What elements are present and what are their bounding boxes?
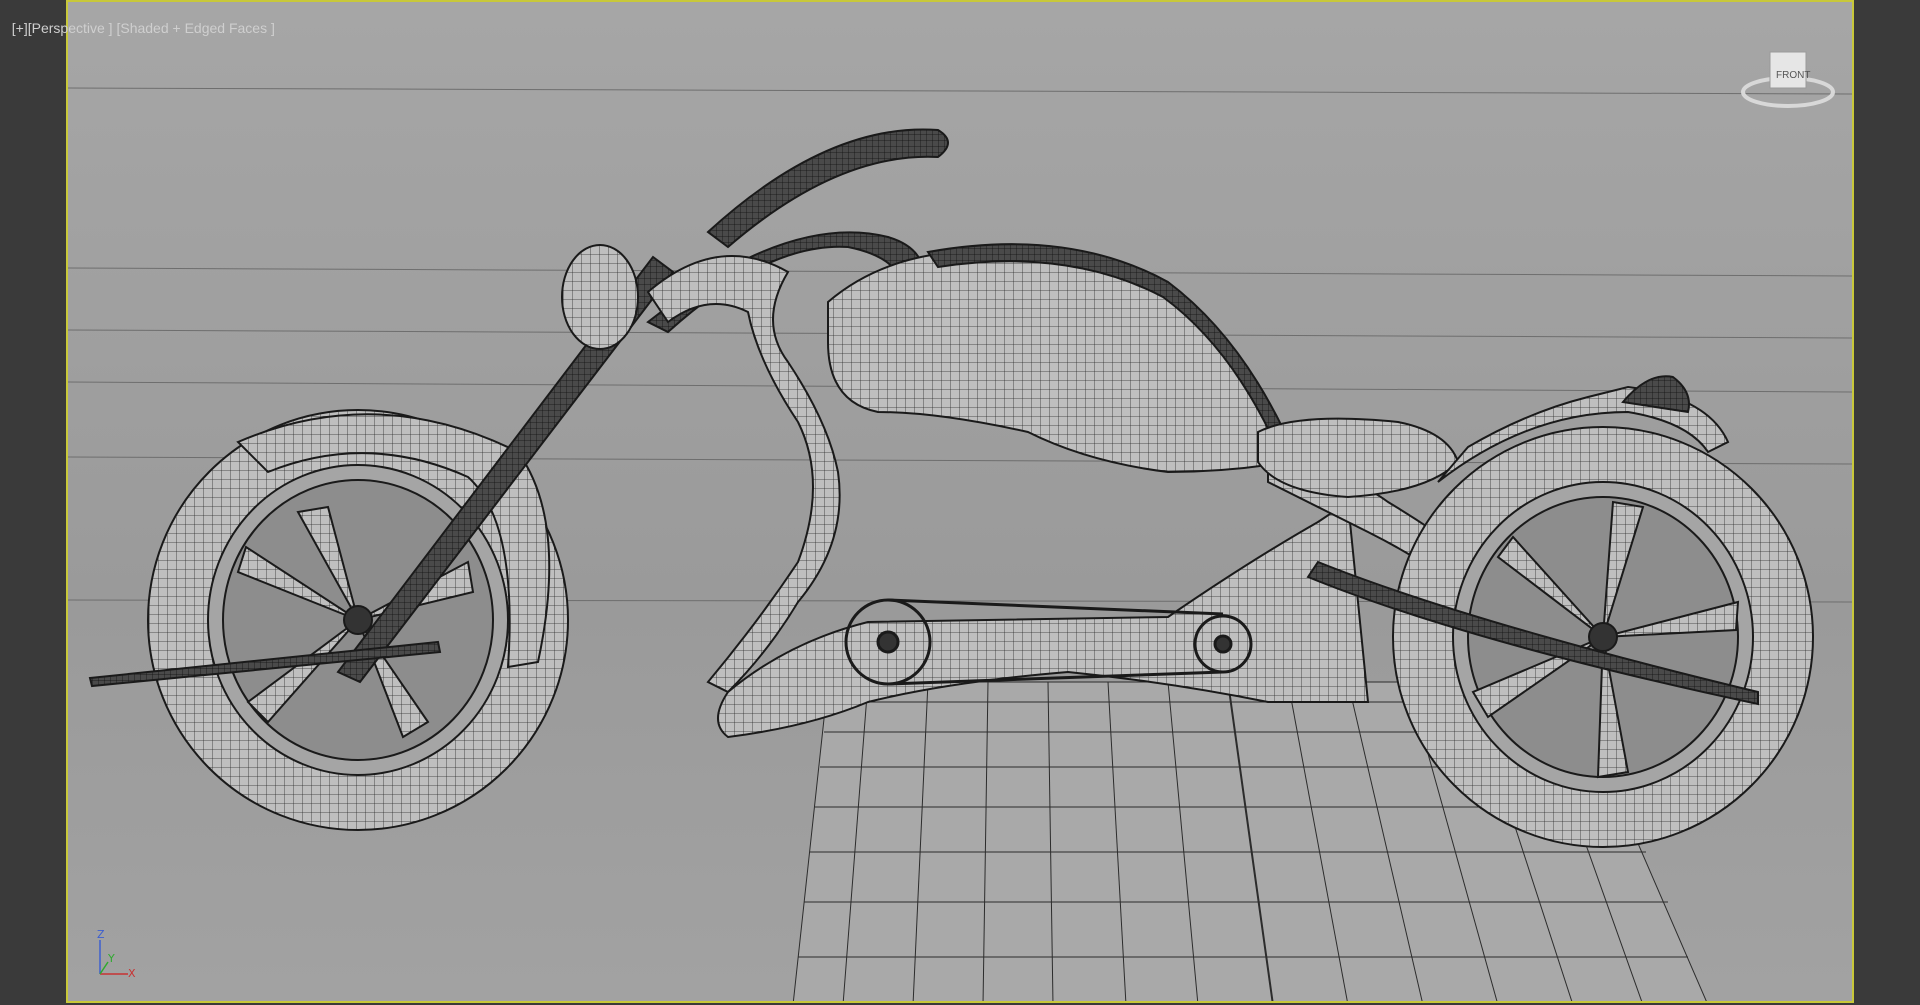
view-name-button[interactable]: [Perspective ] xyxy=(28,20,113,36)
viewcube-graphic xyxy=(1741,51,1835,108)
handlebars xyxy=(706,128,949,249)
viewport-label-bar: [+][Perspective ] [Shaded + Edged Faces … xyxy=(4,4,275,36)
shading-mode-button[interactable]: [Shaded + Edged Faces ] xyxy=(116,20,274,36)
y-axis-label: Y xyxy=(108,952,115,965)
fuel-tank xyxy=(827,249,1290,474)
z-axis-label: Z xyxy=(97,928,105,941)
viewcube-icon[interactable]: FRONT xyxy=(1738,42,1838,122)
viewcube-face-label: FRONT xyxy=(1776,70,1811,81)
rear-wheel xyxy=(1392,426,1814,848)
scene-render xyxy=(68,87,1852,1001)
headlight xyxy=(561,244,639,350)
perspective-viewport[interactable]: FRONT Z Y X xyxy=(66,0,1854,1003)
seat xyxy=(1257,417,1460,499)
axis-tripod-icon: Z Y X xyxy=(90,928,140,980)
viewport-menu-button[interactable]: [+] xyxy=(12,20,28,36)
x-axis-label: X xyxy=(128,967,136,980)
